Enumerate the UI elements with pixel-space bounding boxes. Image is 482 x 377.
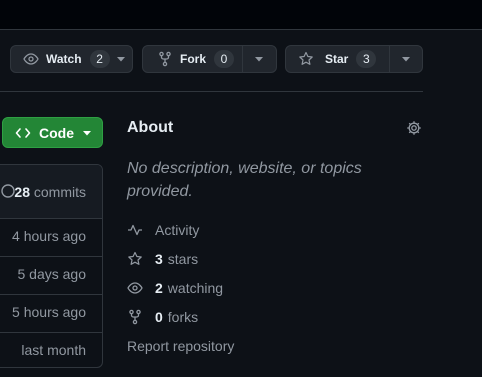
fork-button[interactable]: Fork 0 <box>143 46 242 72</box>
eye-icon <box>23 53 39 65</box>
fork-button-group: Fork 0 <box>142 45 277 73</box>
fork-icon <box>159 51 171 67</box>
fork-count: 0 <box>214 50 235 68</box>
about-description: No description, website, or topics provi… <box>127 160 362 200</box>
watching-link[interactable]: 2 watching <box>127 280 223 296</box>
watching-count: 2 <box>155 280 163 296</box>
file-row-time: 5 hours ago <box>12 304 86 320</box>
fork-dropdown-button[interactable] <box>241 46 276 72</box>
stars-link[interactable]: 3 stars <box>127 251 198 267</box>
activity-label: Activity <box>155 222 200 238</box>
stars-label: stars <box>167 251 199 267</box>
star-label: Star <box>325 52 349 66</box>
stars-count: 3 <box>155 251 163 267</box>
watch-dropdown-button[interactable] <box>110 46 132 72</box>
code-button-label: Code <box>39 124 74 141</box>
file-list: 28 commits 4 hours ago 5 days ago 5 hour… <box>0 164 103 368</box>
star-count: 3 <box>356 50 377 68</box>
watching-label: watching <box>167 280 224 296</box>
fork-label: Fork <box>180 52 207 66</box>
report-repository-link[interactable]: Report repository <box>127 338 234 354</box>
file-row[interactable]: 5 hours ago <box>0 295 102 333</box>
forks-link[interactable]: 0 forks <box>127 309 198 325</box>
watch-count: 2 <box>89 50 110 68</box>
report-repository-label: Report repository <box>127 338 235 354</box>
pulse-icon <box>128 224 142 236</box>
star-button[interactable]: Star 3 <box>286 46 389 72</box>
star-icon <box>128 251 142 265</box>
gear-icon[interactable] <box>406 120 422 136</box>
file-list-header: 28 commits <box>0 165 102 219</box>
watch-button[interactable]: Watch 2 <box>11 46 110 72</box>
caret-down-icon <box>83 130 91 135</box>
code-button[interactable]: Code <box>2 117 103 148</box>
top-header-bar <box>0 0 482 30</box>
forks-count: 0 <box>155 309 163 325</box>
forks-label: forks <box>167 309 199 325</box>
file-row-time: 5 days ago <box>17 266 87 282</box>
file-row[interactable]: 5 days ago <box>0 257 102 295</box>
caret-down-icon <box>255 57 264 62</box>
caret-down-icon <box>402 57 411 62</box>
file-row-time: 4 hours ago <box>12 228 86 244</box>
star-icon <box>299 51 313 65</box>
file-row[interactable]: 4 hours ago <box>0 219 102 257</box>
file-row[interactable]: last month <box>0 333 102 367</box>
watch-label: Watch <box>46 52 82 66</box>
caret-down-icon <box>116 57 125 62</box>
file-row-time: last month <box>21 342 86 358</box>
watch-button-group: Watch 2 <box>10 45 133 73</box>
commits-label: commits <box>33 184 86 200</box>
header-divider <box>0 91 423 92</box>
commits-link[interactable]: 28 commits <box>1 184 86 200</box>
activity-link[interactable]: Activity <box>127 222 199 238</box>
fork-icon <box>129 309 141 325</box>
star-button-group: Star 3 <box>285 45 423 73</box>
star-dropdown-button[interactable] <box>389 46 422 72</box>
code-icon <box>15 127 31 138</box>
about-heading: About <box>127 119 174 136</box>
commits-count: 28 <box>14 184 30 200</box>
history-icon <box>1 184 16 198</box>
eye-icon <box>127 282 143 294</box>
